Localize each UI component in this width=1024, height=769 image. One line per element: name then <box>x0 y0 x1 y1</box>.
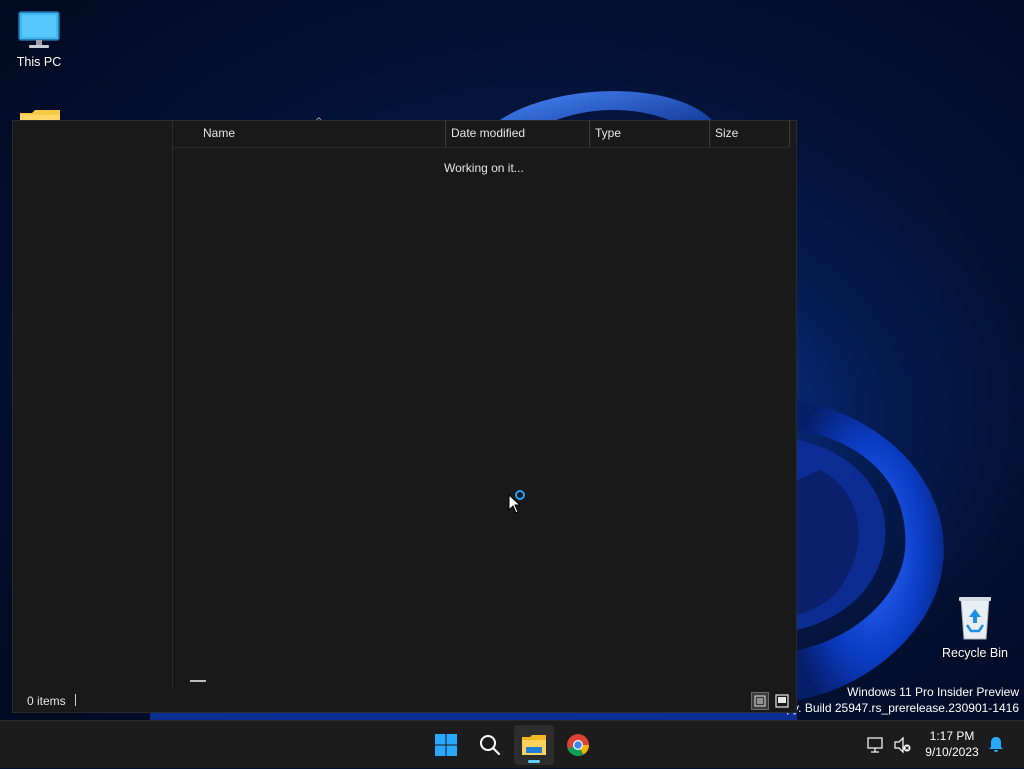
details-view-button[interactable] <box>751 692 769 710</box>
chrome-icon <box>567 734 589 757</box>
start-icon <box>435 734 457 756</box>
column-divider[interactable] <box>789 121 790 147</box>
monitor-icon <box>18 11 60 48</box>
column-header-name[interactable]: Name <box>197 121 445 147</box>
clock-date: 9/10/2023 <box>925 745 979 759</box>
status-bar: 0 items <box>13 688 796 712</box>
column-header-date-modified[interactable]: Date modified <box>445 121 589 147</box>
details-view-icon <box>754 695 766 707</box>
taskbar-clock[interactable]: 1:17 PM 9/10/2023 <box>918 728 986 760</box>
search-icon <box>480 735 501 756</box>
taskbar: 1:17 PM 9/10/2023 <box>0 720 1024 768</box>
recycle-bin-label: Recycle Bin <box>942 646 1008 660</box>
volume-muted-icon[interactable] <box>892 735 912 755</box>
file-explorer-taskbar-button[interactable] <box>514 725 554 765</box>
this-pc-desktop-icon[interactable]: This PC <box>4 10 74 69</box>
clock-time: 1:17 PM <box>929 729 975 743</box>
tiles-view-icon <box>775 694 789 708</box>
column-header-row: ^ Name Date modified Type Size <box>173 117 790 148</box>
file-explorer-icon <box>522 735 546 755</box>
this-pc-label: This PC <box>16 55 62 69</box>
column-header-type[interactable]: Type <box>589 121 709 147</box>
file-list-pane[interactable]: ^ Name Date modified Type Size Working o… <box>173 117 796 688</box>
network-icon[interactable] <box>866 735 886 755</box>
file-explorer-window[interactable]: ^ Name Date modified Type Size Working o… <box>12 117 797 713</box>
watermark-line-2: opy. Build 25947.rs_prerelease.230901-14… <box>779 701 1019 715</box>
busy-spinner-icon <box>515 490 525 500</box>
horizontal-scrollbar-thumb[interactable] <box>190 680 206 682</box>
recycle-bin-desktop-icon[interactable]: Recycle Bin <box>940 595 1010 660</box>
notification-bell-icon[interactable] <box>987 735 1005 755</box>
watermark-line-1: Windows 11 Pro Insider Preview <box>847 685 1019 699</box>
status-separator <box>75 694 76 706</box>
recycle-bin-icon <box>959 597 991 640</box>
start-button[interactable] <box>426 725 466 765</box>
build-watermark: Windows 11 Pro Insider Preview opy. Buil… <box>780 684 1019 716</box>
column-header-size[interactable]: Size <box>709 121 789 147</box>
active-app-indicator <box>528 760 540 763</box>
navigation-pane[interactable] <box>13 121 173 688</box>
chrome-taskbar-button[interactable] <box>558 725 598 765</box>
items-count: 0 items <box>27 694 66 708</box>
tiles-view-button[interactable] <box>773 692 791 710</box>
loading-message: Working on it... <box>444 161 524 175</box>
search-button[interactable] <box>470 725 510 765</box>
